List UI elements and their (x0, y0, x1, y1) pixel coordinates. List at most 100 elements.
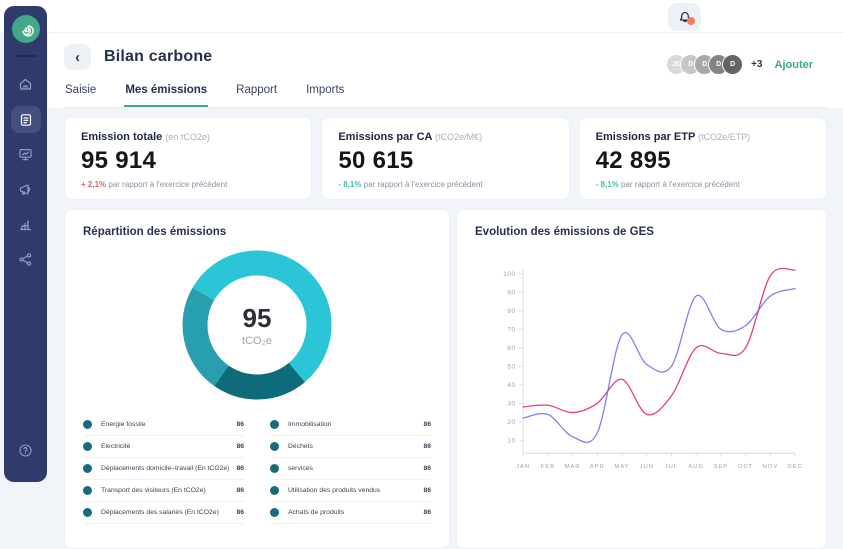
bar-chart-icon (18, 217, 33, 232)
stat-card-emissions-par-ca: Emissions par CA (tCO2e/M€) 50 615 - 8,1… (321, 117, 569, 200)
svg-text:MAR: MAR (565, 464, 581, 470)
tab-bar: Saisie Mes émissions Rapport Imports (64, 80, 827, 108)
legend-label: Transport des visiteurs (En tCO2e) (101, 487, 236, 494)
sidebar-item-announcements[interactable] (11, 176, 41, 203)
legend-value: 86 (423, 465, 431, 472)
repartition-card: Répartition des émissions 95 tCO₂e Energ… (64, 209, 450, 549)
legend-row: Déplacements des salariés (En tCO2e)86 (83, 502, 244, 524)
svg-text:50: 50 (507, 364, 515, 371)
app-logo[interactable] (12, 15, 40, 43)
line-chart-title: Evolution des émissions de GES (475, 226, 808, 238)
legend-label: Déchets (288, 443, 423, 450)
legend-value: 86 (423, 443, 431, 450)
serie-bleue (523, 289, 795, 443)
donut-chart-title: Répartition des émissions (83, 226, 431, 238)
svg-text:NOV: NOV (763, 464, 779, 470)
evolution-card: Evolution des émissions de GES 10 20 30 40 5… (456, 209, 827, 549)
legend-bullet-icon (270, 442, 279, 451)
legend-bullet-icon (83, 486, 92, 495)
legend-value: 86 (423, 487, 431, 494)
svg-text:OCT: OCT (738, 464, 753, 470)
hierarchy-icon (18, 252, 33, 267)
stat-card-emission-totale: Emission totale (en tCO2e) 95 914 + 2,1%… (64, 117, 312, 200)
sidebar-item-home[interactable] (11, 71, 41, 98)
stat-title: Emission totale (en tCO2e) (81, 131, 295, 143)
back-button[interactable]: ‹ (64, 44, 91, 70)
legend-row: Transport des visiteurs (En tCO2e)86 (83, 480, 244, 502)
legend-bullet-icon (83, 508, 92, 517)
donut-chart: 95 tCO₂e (182, 250, 332, 400)
svg-text:80: 80 (507, 308, 515, 315)
monitor-icon (18, 147, 33, 162)
svg-text:90: 90 (507, 290, 515, 297)
line-chart: 102030405060708090100JANFEBMARAPRMAYJUNJ… (475, 244, 808, 496)
stat-delta-row: - 8,1% par rapport à l'exercice précéden… (596, 180, 810, 189)
page-title: Bilan carbone (104, 48, 212, 66)
tab-mes-emissions[interactable]: Mes émissions (124, 80, 208, 107)
svg-text:70: 70 (507, 327, 515, 334)
notifications-button[interactable] (668, 3, 701, 31)
svg-text:100: 100 (503, 271, 515, 278)
spiral-logo-icon (17, 21, 34, 38)
legend-row: Electricité86 (83, 436, 244, 458)
svg-text:40: 40 (507, 382, 515, 389)
legend-row: Achats de produits86 (270, 502, 431, 524)
svg-text:JUL: JUL (665, 464, 678, 470)
svg-text:FEB: FEB (541, 464, 555, 470)
stat-cards-row: Emission totale (en tCO2e) 95 914 + 2,1%… (64, 117, 827, 200)
main-area: ‹ Bilan carbone Saisie Mes émissions Rap… (48, 33, 843, 489)
stat-title: Emissions par ETP (tCO2e/ETP) (596, 131, 810, 143)
sidebar-item-help[interactable] (11, 437, 41, 464)
collaborators: JD D D D D +3 Ajouter (666, 54, 813, 75)
svg-text:JUN: JUN (640, 464, 654, 470)
page-header: ‹ Bilan carbone Saisie Mes émissions Rap… (48, 33, 843, 108)
tab-imports[interactable]: Imports (305, 80, 345, 107)
svg-text:60: 60 (507, 345, 515, 352)
donut-legend: Energie fossile86Immobilisation86Electri… (83, 414, 431, 524)
legend-label: Achats de produits (288, 509, 423, 516)
svg-text:SEP: SEP (714, 464, 729, 470)
legend-row: Energie fossile86 (83, 414, 244, 436)
donut-total-unit: tCO₂e (242, 335, 272, 347)
legend-bullet-icon (83, 464, 92, 473)
legend-row: Déchets86 (270, 436, 431, 458)
legend-value: 86 (236, 421, 244, 428)
stat-value: 95 914 (81, 147, 295, 175)
avatar[interactable]: D (722, 54, 743, 75)
svg-text:30: 30 (507, 401, 515, 408)
stat-value: 42 895 (596, 147, 810, 175)
legend-bullet-icon (270, 508, 279, 517)
serie-rose (523, 268, 795, 415)
stat-delta-row: - 8,1% par rapport à l'exercice précéden… (338, 180, 552, 189)
legend-label: Immobilisation (288, 421, 423, 428)
tab-saisie[interactable]: Saisie (64, 80, 97, 107)
help-icon (18, 443, 33, 458)
legend-value: 86 (236, 487, 244, 494)
stat-unit: (tCO2e/M€) (435, 132, 482, 142)
add-collaborator-link[interactable]: Ajouter (775, 59, 814, 71)
sidebar-item-documents[interactable] (11, 106, 41, 133)
sidebar-divider (16, 55, 36, 57)
legend-label: Energie fossile (101, 421, 236, 428)
legend-row: Immobilisation86 (270, 414, 431, 436)
legend-value: 86 (236, 509, 244, 516)
legend-bullet-icon (270, 420, 279, 429)
legend-label: Electricité (101, 443, 236, 450)
top-bar (0, 0, 843, 33)
document-icon (19, 113, 33, 127)
sidebar-item-presentation[interactable] (11, 141, 41, 168)
sidebar-item-organisation[interactable] (11, 246, 41, 273)
svg-text:APR: APR (590, 464, 605, 470)
stat-value: 50 615 (338, 147, 552, 175)
sidebar-item-analytics[interactable] (11, 211, 41, 238)
svg-text:AUG: AUG (688, 464, 704, 470)
svg-text:20: 20 (507, 419, 515, 426)
tab-rapport[interactable]: Rapport (235, 80, 278, 107)
notification-dot (687, 17, 695, 25)
svg-text:10: 10 (507, 438, 515, 445)
stat-unit: (tCO2e/ETP) (698, 132, 750, 142)
legend-label: services (288, 465, 423, 472)
svg-text:JAN: JAN (516, 464, 530, 470)
legend-value: 86 (236, 443, 244, 450)
legend-label: Déplacements domicile–travail (En tCO2e) (101, 465, 236, 472)
